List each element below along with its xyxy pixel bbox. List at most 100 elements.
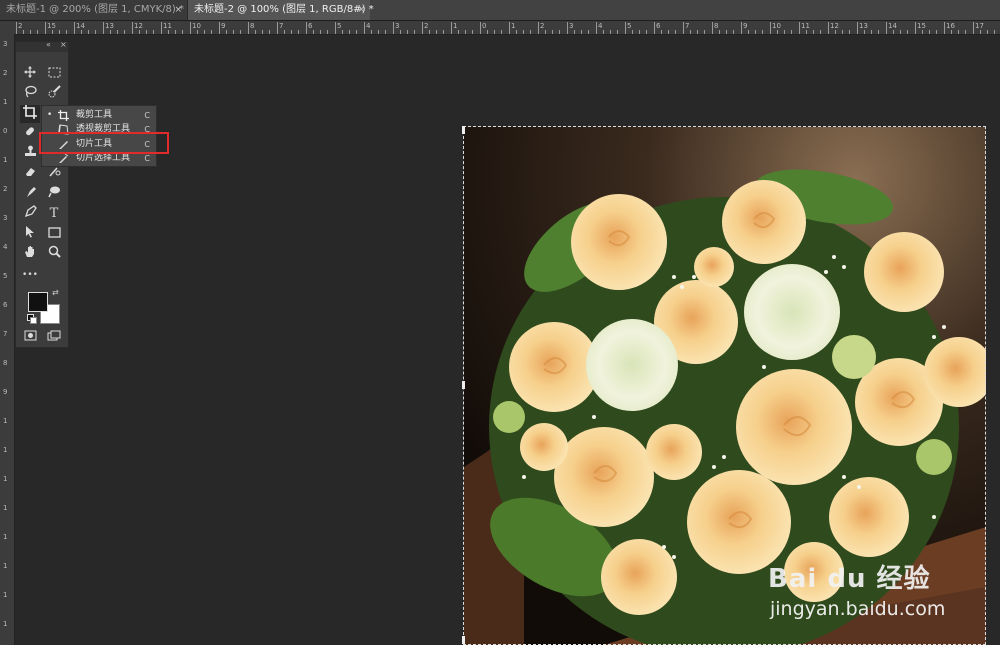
ruler-tick: [704, 30, 705, 34]
ruler-tick: [661, 30, 662, 34]
ruler-label: 14: [888, 22, 897, 30]
ruler-tick: [929, 30, 930, 34]
foreground-color-swatch[interactable]: [28, 292, 48, 312]
close-tab-icon[interactable]: ×: [174, 0, 182, 20]
ruler-tick: [306, 22, 307, 34]
ruler-tick: [190, 22, 191, 34]
ruler-tick: [494, 30, 495, 34]
vertical-ruler[interactable]: 3 2 1 0 1 2 3 4 5 6 7 8 9 1 1 1 1 1 1 1 1: [0, 34, 15, 645]
ruler-tick: [197, 30, 198, 34]
ruler-tick: [994, 30, 995, 34]
ruler-label: 8: [250, 22, 255, 30]
ruler-tick: [980, 30, 981, 34]
ruler-tick: [284, 30, 285, 34]
quick-selection-tool-icon[interactable]: [44, 85, 64, 103]
horizontal-ruler[interactable]: 2 15 14 13 12 11 10 9 8 7 6 5 4 3 2 1 0 1 2 3 4 5 6 7 8 9 10 11 12 13…: [14, 21, 1000, 35]
ruler-tick: [509, 22, 510, 34]
screen-mode-icon[interactable]: [44, 328, 64, 346]
ruler-tick: [175, 30, 176, 34]
tab-document-1[interactable]: 未标题-1 @ 200% (图层 1, CMYK/8) * ×: [0, 0, 188, 20]
ruler-tick: [146, 30, 147, 34]
ruler-tick: [886, 22, 887, 34]
clone-stamp-tool-icon[interactable]: [20, 145, 40, 163]
ruler-label: 5: [627, 22, 632, 30]
ruler-tick: [436, 30, 437, 34]
ruler-label: 6: [3, 301, 8, 309]
smudge-tool-icon[interactable]: [20, 185, 40, 203]
tab-document-2-label: 未标题-2 @ 100% (图层 1, RGB/8#) *: [194, 4, 374, 15]
ruler-tick: [385, 30, 386, 34]
ruler-tick: [298, 30, 299, 34]
ruler-tick: [407, 30, 408, 34]
path-selection-tool-icon[interactable]: [20, 225, 40, 243]
ruler-tick: [480, 22, 481, 34]
ruler-tick: [74, 22, 75, 34]
ruler-tick: [828, 22, 829, 34]
ruler-label: 7: [3, 330, 8, 338]
type-tool-icon[interactable]: T: [44, 205, 64, 223]
collapse-icon[interactable]: «: [46, 40, 51, 49]
ruler-label: 15: [47, 22, 56, 30]
ruler-tick: [799, 22, 800, 34]
ruler-tick: [617, 30, 618, 34]
ruler-tick: [683, 22, 684, 34]
zoom-tool-icon[interactable]: [44, 245, 64, 263]
tab-document-2[interactable]: 未标题-2 @ 100% (图层 1, RGB/8#) * ×: [188, 0, 374, 20]
quick-mask-icon[interactable]: [20, 328, 40, 346]
ruler-tick: [240, 30, 241, 34]
close-tab-icon[interactable]: ×: [357, 0, 365, 20]
ruler-tick: [849, 30, 850, 34]
rectangle-tool-icon[interactable]: [44, 225, 64, 243]
ruler-tick: [465, 30, 466, 34]
healing-brush-tool-icon[interactable]: [20, 125, 40, 143]
ruler-tick: [900, 30, 901, 34]
tools-panel-header[interactable]: « ×: [16, 40, 68, 52]
ruler-tick: [30, 30, 31, 34]
hand-tool-icon[interactable]: [20, 245, 40, 263]
ruler-tick: [414, 30, 415, 34]
transform-handle[interactable]: [462, 126, 465, 134]
ruler-tick: [371, 30, 372, 34]
ruler-tick: [791, 30, 792, 34]
ruler-label: 14: [76, 22, 85, 30]
lasso-tool-icon[interactable]: [20, 85, 40, 103]
ruler-tick: [255, 30, 256, 34]
ruler-tick: [422, 22, 423, 34]
ruler-tick: [675, 30, 676, 34]
ruler-label: 9: [3, 388, 8, 396]
ruler-label: 9: [743, 22, 748, 30]
ruler-tick: [552, 30, 553, 34]
ruler-tick: [356, 30, 357, 34]
ruler-tick: [625, 22, 626, 34]
ruler-label: 3: [3, 40, 8, 48]
flyout-item-shortcut: C: [144, 111, 150, 120]
marquee-tool-icon[interactable]: [44, 65, 64, 83]
ruler-label: 2: [424, 22, 429, 30]
flyout-item-crop-tool[interactable]: • 裁剪工具 C: [42, 108, 156, 123]
ruler-tick: [559, 30, 560, 34]
ruler-label: 6: [656, 22, 661, 30]
ruler-tick: [226, 30, 227, 34]
default-colors-icon[interactable]: [27, 314, 37, 324]
dodge-tool-icon[interactable]: [44, 185, 64, 203]
swap-colors-icon[interactable]: ⇄: [52, 288, 59, 297]
ruler-tick: [777, 30, 778, 34]
transform-handle[interactable]: [462, 381, 465, 389]
eraser-tool-icon[interactable]: [20, 165, 40, 183]
more-tools-icon[interactable]: •••: [20, 266, 40, 284]
ruler-tick: [668, 30, 669, 34]
pen-tool-icon[interactable]: [20, 205, 40, 223]
ruler-tick: [806, 30, 807, 34]
ruler-label: 1: [3, 98, 8, 106]
crop-tool-icon[interactable]: [20, 105, 40, 123]
ruler-label: 13: [859, 22, 868, 30]
ruler-tick: [516, 30, 517, 34]
move-tool-icon[interactable]: [20, 65, 40, 83]
transform-handle[interactable]: [462, 636, 465, 644]
active-tool-dot-icon: •: [47, 110, 53, 120]
ruler-tick: [139, 30, 140, 34]
ruler-label: 1: [3, 562, 8, 570]
ruler-corner[interactable]: [0, 21, 14, 34]
close-panel-icon[interactable]: ×: [60, 40, 67, 49]
ruler-tick: [646, 30, 647, 34]
